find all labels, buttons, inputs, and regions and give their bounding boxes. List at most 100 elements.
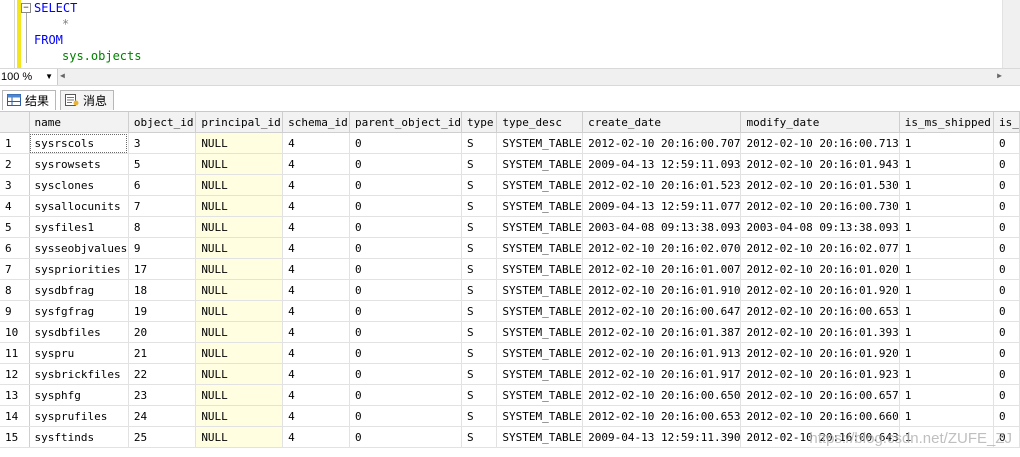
cell-type[interactable]: S bbox=[461, 363, 498, 385]
column-header-principal-id[interactable]: principal_id bbox=[195, 112, 284, 133]
cell-modify-date[interactable]: 2012-02-10 20:16:01.393 bbox=[740, 321, 900, 343]
column-header-object-id[interactable]: object_id bbox=[128, 112, 197, 133]
cell-type[interactable]: S bbox=[461, 237, 498, 259]
cell-parent-object-id[interactable]: 0 bbox=[349, 279, 462, 301]
cell-create-date[interactable]: 2009-04-13 12:59:11.093 bbox=[582, 153, 742, 175]
cell-object-id[interactable]: 19 bbox=[128, 300, 197, 322]
cell-parent-object-id[interactable]: 0 bbox=[349, 132, 462, 154]
cell-is-ms-shipped[interactable]: 1 bbox=[899, 405, 994, 427]
cell-modify-date[interactable]: 2012-02-10 20:16:01.920 bbox=[740, 342, 900, 364]
column-header-is-[interactable]: is_ bbox=[993, 112, 1020, 133]
cell-create-date[interactable]: 2012-02-10 20:16:01.913 bbox=[582, 342, 742, 364]
cell-parent-object-id[interactable]: 0 bbox=[349, 426, 462, 448]
cell-schema-id[interactable]: 4 bbox=[282, 174, 350, 196]
cell-type[interactable]: S bbox=[461, 216, 498, 238]
cell-is-ms-shipped[interactable]: 1 bbox=[899, 195, 994, 217]
cell-is-ms-shipped[interactable]: 1 bbox=[899, 174, 994, 196]
tab-messages[interactable]: 消息 bbox=[60, 90, 115, 110]
row-number-cell[interactable]: 6 bbox=[0, 237, 30, 259]
cell-is-ms-shipped[interactable]: 1 bbox=[899, 237, 994, 259]
cell-create-date[interactable]: 2012-02-10 20:16:01.007 bbox=[582, 258, 742, 280]
cell-type-desc[interactable]: SYSTEM_TABLE bbox=[496, 132, 584, 154]
cell-object-id[interactable]: 25 bbox=[128, 426, 197, 448]
cell-schema-id[interactable]: 4 bbox=[282, 258, 350, 280]
cell-is-ms-shipped[interactable]: 1 bbox=[899, 132, 994, 154]
cell-parent-object-id[interactable]: 0 bbox=[349, 342, 462, 364]
cell-schema-id[interactable]: 4 bbox=[282, 132, 350, 154]
cell-object-id[interactable]: 17 bbox=[128, 258, 197, 280]
column-header-name[interactable]: name bbox=[29, 112, 129, 133]
cell-type[interactable]: S bbox=[461, 279, 498, 301]
cell-create-date[interactable]: 2003-04-08 09:13:38.093 bbox=[582, 216, 742, 238]
sql-editor[interactable]: − SELECT * FROM sys.objects bbox=[0, 0, 1020, 68]
cell-object-id[interactable]: 23 bbox=[128, 384, 197, 406]
cell-is-[interactable]: 0 bbox=[993, 405, 1020, 427]
cell-schema-id[interactable]: 4 bbox=[282, 321, 350, 343]
cell-schema-id[interactable]: 4 bbox=[282, 384, 350, 406]
cell-type-desc[interactable]: SYSTEM_TABLE bbox=[496, 300, 584, 322]
table-row[interactable]: 2 sysrowsets 5 NULL 4 0 S SYSTEM_TABLE 2009-04-1… bbox=[0, 153, 1020, 175]
cell-name[interactable]: sysrscols bbox=[29, 132, 129, 154]
cell-create-date[interactable]: 2012-02-10 20:16:02.070 bbox=[582, 237, 742, 259]
cell-modify-date[interactable]: 2003-04-08 09:13:38.093 bbox=[740, 216, 900, 238]
cell-is-[interactable]: 0 bbox=[993, 321, 1020, 343]
cell-parent-object-id[interactable]: 0 bbox=[349, 384, 462, 406]
cell-is-[interactable]: 0 bbox=[993, 132, 1020, 154]
cell-name[interactable]: sysftinds bbox=[29, 426, 129, 448]
cell-name[interactable]: sysallocunits bbox=[29, 195, 129, 217]
cell-object-id[interactable]: 21 bbox=[128, 342, 197, 364]
cell-parent-object-id[interactable]: 0 bbox=[349, 300, 462, 322]
results-grid[interactable]: name object_id principal_id schema_id parent… bbox=[0, 112, 1020, 457]
cell-modify-date[interactable]: 2012-02-10 20:16:00.730 bbox=[740, 195, 900, 217]
cell-parent-object-id[interactable]: 0 bbox=[349, 153, 462, 175]
row-number-cell[interactable]: 11 bbox=[0, 342, 30, 364]
cell-modify-date[interactable]: 2012-02-10 20:16:01.923 bbox=[740, 363, 900, 385]
cell-name[interactable]: sysfgfrag bbox=[29, 300, 129, 322]
cell-schema-id[interactable]: 4 bbox=[282, 426, 350, 448]
cell-principal-id[interactable]: NULL bbox=[195, 300, 284, 322]
column-header-type[interactable]: type bbox=[461, 112, 498, 133]
row-number-cell[interactable]: 4 bbox=[0, 195, 30, 217]
cell-schema-id[interactable]: 4 bbox=[282, 405, 350, 427]
cell-is-ms-shipped[interactable]: 1 bbox=[899, 300, 994, 322]
cell-create-date[interactable]: 2012-02-10 20:16:00.653 bbox=[582, 405, 742, 427]
cell-type-desc[interactable]: SYSTEM_TABLE bbox=[496, 342, 584, 364]
row-number-cell[interactable]: 3 bbox=[0, 174, 30, 196]
cell-type-desc[interactable]: SYSTEM_TABLE bbox=[496, 279, 584, 301]
cell-object-id[interactable]: 22 bbox=[128, 363, 197, 385]
column-header-schema-id[interactable]: schema_id bbox=[282, 112, 350, 133]
column-header-type-desc[interactable]: type_desc bbox=[496, 112, 584, 133]
cell-create-date[interactable]: 2012-02-10 20:16:01.523 bbox=[582, 174, 742, 196]
table-row[interactable]: 8 sysdbfrag 18 NULL 4 0 S SYSTEM_TABLE 2012-02-1… bbox=[0, 279, 1020, 301]
collapse-icon[interactable]: − bbox=[21, 3, 31, 13]
cell-modify-date[interactable]: 2012-02-10 20:16:02.077 bbox=[740, 237, 900, 259]
cell-modify-date[interactable]: 2012-02-10 20:16:01.920 bbox=[740, 279, 900, 301]
cell-is-ms-shipped[interactable]: 1 bbox=[899, 321, 994, 343]
cell-principal-id[interactable]: NULL bbox=[195, 195, 284, 217]
cell-modify-date[interactable]: 2012-02-10 20:16:01.530 bbox=[740, 174, 900, 196]
cell-create-date[interactable]: 2009-04-13 12:59:11.077 bbox=[582, 195, 742, 217]
scroll-left-icon[interactable]: ◀ bbox=[60, 71, 65, 80]
cell-schema-id[interactable]: 4 bbox=[282, 342, 350, 364]
cell-type-desc[interactable]: SYSTEM_TABLE bbox=[496, 153, 584, 175]
cell-schema-id[interactable]: 4 bbox=[282, 300, 350, 322]
cell-modify-date[interactable]: 2012-02-10 20:16:00.653 bbox=[740, 300, 900, 322]
table-row[interactable]: 4 sysallocunits 7 NULL 4 0 S SYSTEM_TABLE 2009-0… bbox=[0, 195, 1020, 217]
cell-principal-id[interactable]: NULL bbox=[195, 384, 284, 406]
row-number-cell[interactable]: 13 bbox=[0, 384, 30, 406]
cell-principal-id[interactable]: NULL bbox=[195, 342, 284, 364]
cell-is-[interactable]: 0 bbox=[993, 174, 1020, 196]
table-row[interactable]: 10 sysdbfiles 20 NULL 4 0 S SYSTEM_TABLE 2012-02… bbox=[0, 321, 1020, 343]
cell-schema-id[interactable]: 4 bbox=[282, 153, 350, 175]
cell-principal-id[interactable]: NULL bbox=[195, 321, 284, 343]
column-header-parent-object-id[interactable]: parent_object_id bbox=[349, 112, 462, 133]
cell-create-date[interactable]: 2012-02-10 20:16:00.647 bbox=[582, 300, 742, 322]
table-row[interactable]: 13 sysphfg 23 NULL 4 0 S SYSTEM_TABLE 2012-02-10… bbox=[0, 384, 1020, 406]
editor-vertical-scrollbar[interactable] bbox=[1002, 0, 1020, 68]
cell-create-date[interactable]: 2009-04-13 12:59:11.390 bbox=[582, 426, 742, 448]
cell-principal-id[interactable]: NULL bbox=[195, 216, 284, 238]
cell-object-id[interactable]: 6 bbox=[128, 174, 197, 196]
cell-object-id[interactable]: 5 bbox=[128, 153, 197, 175]
cell-is-[interactable]: 0 bbox=[993, 384, 1020, 406]
column-header-create-date[interactable]: create_date bbox=[582, 112, 742, 133]
